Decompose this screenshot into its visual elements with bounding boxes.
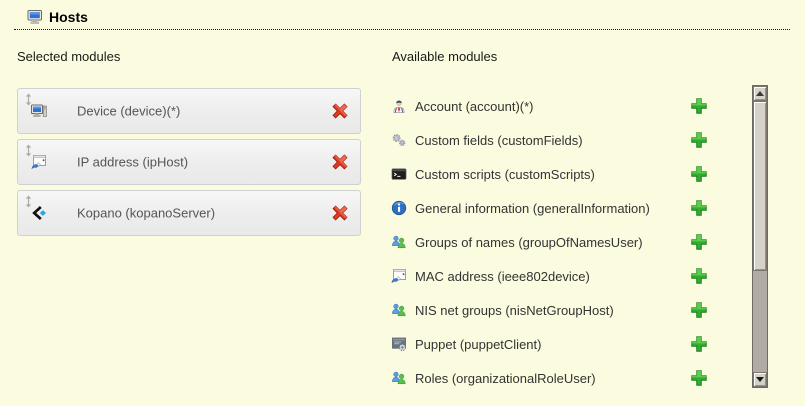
available-module-label: NIS net groups (nisNetGroupHost) xyxy=(415,303,690,318)
available-module-label: Custom scripts (customScripts) xyxy=(415,167,690,182)
add-plus-icon xyxy=(690,369,708,387)
kopano-icon xyxy=(31,205,47,221)
add-plus-icon xyxy=(690,335,708,353)
selected-module-label: IP address (ipHost) xyxy=(77,155,188,170)
scroll-track[interactable] xyxy=(753,101,767,372)
group-of-people-icon xyxy=(391,370,407,386)
add-plus-icon xyxy=(690,131,708,149)
selected-modules-list: Device (device)(*) IP address (ipHost) Kop… xyxy=(17,88,361,241)
add-plus-icon xyxy=(690,165,708,183)
remove-module-button[interactable] xyxy=(331,102,349,120)
add-module-button[interactable] xyxy=(690,267,708,285)
selected-module-row[interactable]: Device (device)(*) xyxy=(17,88,361,134)
available-module-row: Roles (organizationalRoleUser) xyxy=(391,361,708,395)
add-plus-icon xyxy=(690,301,708,319)
available-module-label: Roles (organizationalRoleUser) xyxy=(415,371,690,386)
scroll-up-button[interactable] xyxy=(753,86,767,101)
custom-fields-gears-icon xyxy=(391,132,407,148)
puppet-icon xyxy=(391,336,407,352)
add-module-button[interactable] xyxy=(690,301,708,319)
remove-x-icon xyxy=(331,204,349,222)
selected-module-label: Kopano (kopanoServer) xyxy=(77,206,215,221)
scroll-thumb[interactable] xyxy=(753,101,767,271)
add-plus-icon xyxy=(690,199,708,217)
add-module-button[interactable] xyxy=(690,165,708,183)
device-icon xyxy=(31,103,47,119)
selected-module-label: Device (device)(*) xyxy=(77,104,180,119)
custom-scripts-terminal-icon xyxy=(391,166,407,182)
remove-x-icon xyxy=(331,102,349,120)
add-module-button[interactable] xyxy=(690,131,708,149)
group-of-people-icon xyxy=(391,234,407,250)
available-module-label: MAC address (ieee802device) xyxy=(415,269,690,284)
selected-modules-label: Selected modules xyxy=(17,49,120,64)
remove-module-button[interactable] xyxy=(331,204,349,222)
available-module-label: General information (generalInformation) xyxy=(415,201,690,216)
available-module-row: General information (generalInformation) xyxy=(391,191,708,225)
available-module-row: Groups of names (groupOfNamesUser) xyxy=(391,225,708,259)
arrow-down-icon xyxy=(756,377,764,382)
available-module-row: MAC address (ieee802device) xyxy=(391,259,708,293)
available-module-row: Custom fields (customFields) xyxy=(391,123,708,157)
hosts-monitor-icon xyxy=(27,9,43,25)
available-module-row: Account (account)(*) xyxy=(391,89,708,123)
available-module-label: Puppet (puppetClient) xyxy=(415,337,690,352)
available-modules-list: Account (account)(*) Custom fields (custo… xyxy=(391,89,708,395)
available-module-label: Groups of names (groupOfNamesUser) xyxy=(415,235,690,250)
page-header: Hosts xyxy=(14,5,790,30)
group-of-people-icon xyxy=(391,302,407,318)
add-module-button[interactable] xyxy=(690,233,708,251)
add-plus-icon xyxy=(690,233,708,251)
account-icon xyxy=(391,98,407,114)
available-module-row: Puppet (puppetClient) xyxy=(391,327,708,361)
general-information-info-icon xyxy=(391,200,407,216)
add-plus-icon xyxy=(690,267,708,285)
add-module-button[interactable] xyxy=(690,369,708,387)
selected-module-row[interactable]: IP address (ipHost) xyxy=(17,139,361,185)
ip-address-icon xyxy=(31,154,47,170)
page-title: Hosts xyxy=(49,9,88,25)
available-module-row: NIS net groups (nisNetGroupHost) xyxy=(391,293,708,327)
add-plus-icon xyxy=(690,97,708,115)
available-module-label: Account (account)(*) xyxy=(415,99,690,114)
selected-module-row[interactable]: Kopano (kopanoServer) xyxy=(17,190,361,236)
add-module-button[interactable] xyxy=(690,199,708,217)
mac-address-icon xyxy=(391,268,407,284)
arrow-up-icon xyxy=(756,91,764,96)
add-module-button[interactable] xyxy=(690,97,708,115)
remove-x-icon xyxy=(331,153,349,171)
scroll-down-button[interactable] xyxy=(753,372,767,387)
available-module-label: Custom fields (customFields) xyxy=(415,133,690,148)
available-module-row: Custom scripts (customScripts) xyxy=(391,157,708,191)
available-modules-label: Available modules xyxy=(392,49,497,64)
available-modules-scrollbar[interactable] xyxy=(752,85,768,388)
add-module-button[interactable] xyxy=(690,335,708,353)
remove-module-button[interactable] xyxy=(331,153,349,171)
